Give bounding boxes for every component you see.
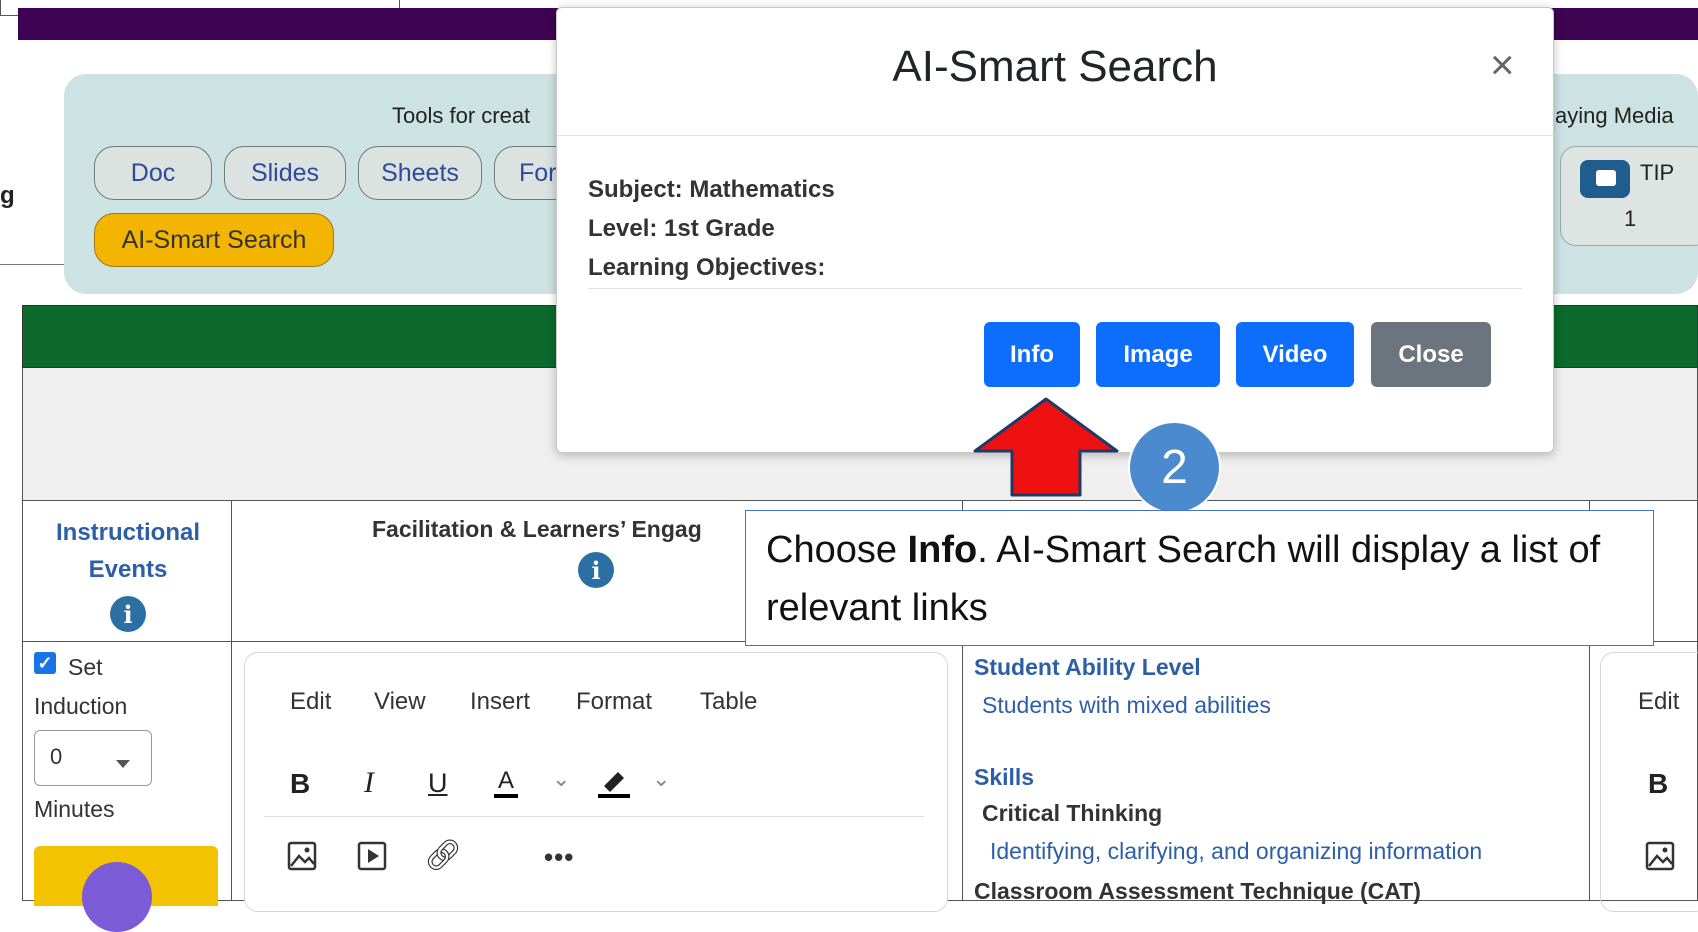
info-icon[interactable]: i bbox=[578, 552, 614, 588]
left-edge-text: g bbox=[0, 182, 15, 209]
video-button[interactable]: Video bbox=[1236, 322, 1354, 387]
sheets-button[interactable]: Sheets bbox=[358, 146, 482, 200]
info-button[interactable]: Info bbox=[984, 322, 1080, 387]
info-icon[interactable]: i bbox=[110, 596, 146, 632]
menu-view[interactable]: View bbox=[374, 688, 426, 716]
instruction-callout: Choose Info. AI-Smart Search will displa… bbox=[745, 510, 1654, 646]
avatar bbox=[82, 862, 152, 932]
menu-format[interactable]: Format bbox=[576, 688, 652, 716]
step-number-badge: 2 bbox=[1128, 421, 1221, 514]
objectives-field: Learning Objectives: bbox=[588, 254, 826, 281]
italic-button[interactable]: I bbox=[364, 766, 374, 800]
highlight-icon[interactable] bbox=[596, 766, 632, 798]
minutes-label: Minutes bbox=[34, 796, 115, 822]
close-icon[interactable]: × bbox=[1490, 44, 1515, 86]
menu-insert[interactable]: Insert bbox=[470, 688, 530, 716]
subject-field: Subject: Mathematics bbox=[588, 176, 835, 203]
modal-divider bbox=[588, 288, 1522, 289]
close-button[interactable]: Close bbox=[1371, 322, 1491, 387]
set-label: Set bbox=[68, 654, 103, 680]
red-arrow-icon bbox=[973, 397, 1119, 497]
tip-count: 1 bbox=[1624, 206, 1637, 231]
more-button[interactable]: ••• bbox=[544, 842, 574, 873]
bold-button[interactable]: B bbox=[1648, 768, 1668, 800]
image-button[interactable]: Image bbox=[1096, 322, 1220, 387]
instructional-events-label: Instructional Events bbox=[55, 519, 200, 583]
chevron-down-icon[interactable]: ⌄ bbox=[652, 766, 670, 792]
video-tip-icon bbox=[1580, 160, 1630, 198]
media-icon[interactable] bbox=[356, 840, 388, 872]
slides-button[interactable]: Slides bbox=[224, 146, 346, 200]
skill-name: Critical Thinking bbox=[982, 800, 1163, 826]
modal-title: AI-Smart Search bbox=[892, 42, 1218, 91]
tools-caption: Tools for creat bbox=[392, 103, 531, 128]
ability-level-value: Students with mixed abilities bbox=[982, 692, 1271, 718]
toolbar-divider bbox=[264, 816, 924, 817]
image-icon[interactable] bbox=[286, 840, 318, 872]
modal-divider bbox=[557, 135, 1553, 136]
minutes-value: 0 bbox=[50, 744, 63, 769]
facilitation-label: Facilitation & Learners’ Engag bbox=[372, 516, 702, 542]
induction-label: Induction bbox=[34, 693, 128, 719]
media-caption: aying Media bbox=[1555, 103, 1674, 128]
menu-edit[interactable]: Edit bbox=[290, 688, 331, 716]
skill-description: Identifying, clarifying, and organizing … bbox=[990, 838, 1483, 864]
level-field: Level: 1st Grade bbox=[588, 215, 775, 242]
chevron-down-icon[interactable]: ⌄ bbox=[552, 766, 570, 792]
ai-smart-search-button[interactable]: AI-Smart Search bbox=[94, 213, 334, 267]
underline-button[interactable]: U bbox=[428, 768, 448, 799]
callout-prefix: Choose bbox=[766, 529, 908, 571]
ability-level-title: Student Ability Level bbox=[974, 654, 1201, 680]
chevron-down-icon bbox=[116, 760, 130, 768]
text-color-button[interactable]: A bbox=[494, 768, 519, 798]
link-icon[interactable]: 🔗︎ bbox=[424, 838, 462, 873]
bold-button[interactable]: B bbox=[290, 768, 310, 800]
doc-button[interactable]: Doc bbox=[94, 146, 212, 200]
menu-edit[interactable]: Edit bbox=[1638, 688, 1679, 716]
callout-bold: Info bbox=[907, 529, 978, 571]
menu-table[interactable]: Table bbox=[700, 688, 757, 716]
skills-title: Skills bbox=[974, 764, 1035, 790]
tip-label: TIP bbox=[1640, 160, 1675, 185]
image-icon[interactable] bbox=[1644, 840, 1676, 872]
set-induction-checkbox[interactable]: ✓ bbox=[34, 652, 56, 674]
